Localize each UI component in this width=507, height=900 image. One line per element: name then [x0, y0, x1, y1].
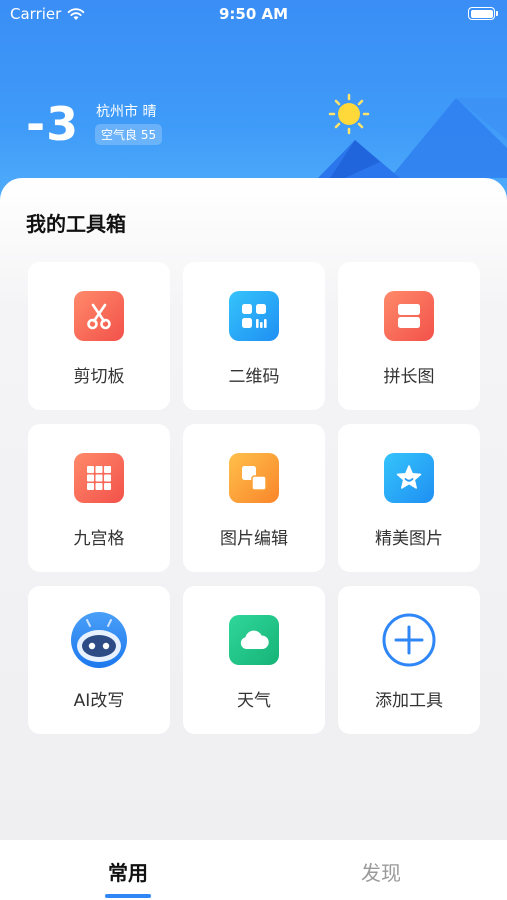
- image-edit-icon: [229, 453, 279, 503]
- city-condition: 杭州市 晴: [96, 104, 157, 120]
- tool-label: 二维码: [228, 367, 280, 387]
- tool-label: 添加工具: [375, 691, 443, 711]
- tool-add[interactable]: 添加工具: [338, 586, 480, 734]
- tool-fine-image[interactable]: 精美图片: [338, 424, 480, 572]
- status-time: 9:50 AM: [218, 5, 289, 23]
- grid-icon: [74, 453, 124, 503]
- tool-long-image[interactable]: 拼长图: [338, 262, 480, 410]
- tool-label: AI改写: [73, 691, 125, 711]
- add-icon: [381, 612, 437, 668]
- toolbox-title: 我的工具箱: [26, 212, 126, 236]
- robot-icon: [71, 612, 127, 668]
- tool-label: 精美图片: [375, 529, 443, 549]
- tool-qrcode[interactable]: 二维码: [183, 262, 325, 410]
- tool-label: 九宫格: [73, 529, 125, 549]
- tool-label: 剪切板: [73, 367, 125, 387]
- air-quality-badge: 空气良 55: [95, 124, 163, 145]
- tab-discover[interactable]: 发现: [341, 857, 421, 886]
- status-bar: Carrier 9:50 AM: [0, 0, 507, 28]
- tool-label: 拼长图: [383, 367, 435, 387]
- tool-nine-grid[interactable]: 九宫格: [28, 424, 170, 572]
- tool-ai-rewrite[interactable]: AI改写: [28, 586, 170, 734]
- tool-label: 天气: [237, 691, 271, 711]
- battery-icon: [468, 7, 498, 20]
- cloud-icon: [229, 615, 279, 665]
- tool-weather[interactable]: 天气: [183, 586, 325, 734]
- star-image-icon: [384, 453, 434, 503]
- tool-label: 图片编辑: [220, 529, 288, 549]
- sun-icon: [328, 93, 370, 135]
- temperature: -3: [26, 97, 80, 151]
- long-image-icon: [384, 291, 434, 341]
- tool-clipboard[interactable]: 剪切板: [28, 262, 170, 410]
- active-tab-indicator: [105, 894, 151, 898]
- scissors-icon: [74, 291, 124, 341]
- tab-common[interactable]: 常用: [88, 857, 168, 886]
- qrcode-icon: [229, 291, 279, 341]
- bottom-tab-bar: 常用 发现: [0, 840, 507, 900]
- tool-image-edit[interactable]: 图片编辑: [183, 424, 325, 572]
- toolbox-card: 我的工具箱 剪切板 二维码 拼长图 九宫格 图片编辑 精美图片 AI改写 天气 …: [0, 178, 507, 840]
